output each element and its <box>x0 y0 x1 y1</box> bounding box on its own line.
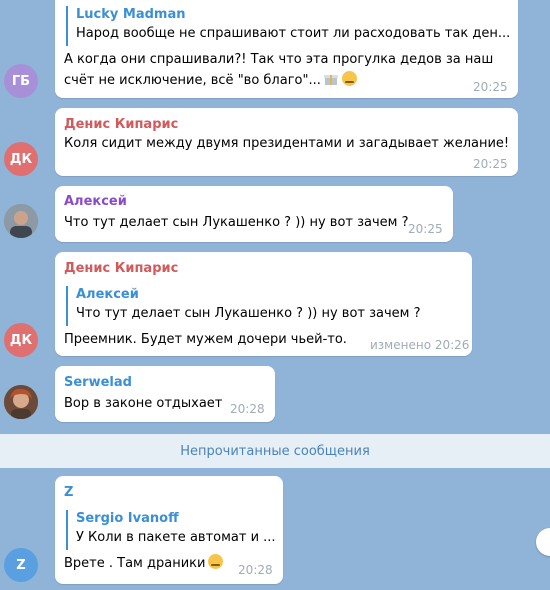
message-time: изменено 20:26 <box>370 338 470 352</box>
reply-quote[interactable]: Sergio Ivanoff У Коли в пакете автомат и… <box>66 510 282 550</box>
sender-name[interactable]: Денис Кипарис <box>64 117 178 132</box>
avatar-photo[interactable] <box>4 385 38 419</box>
reply-quote[interactable]: Lucky Madman Народ вообще не спрашивают … <box>66 6 516 46</box>
avatar[interactable]: ДК <box>4 323 38 357</box>
message-text: Врете . Там драники <box>64 554 224 574</box>
avatar[interactable]: Z <box>4 548 38 582</box>
avatar[interactable]: ДК <box>4 142 38 176</box>
message-text: Преемник. Будет мужем дочери чьей-то. <box>64 332 347 347</box>
unread-messages-divider: Непрочитанные сообщения <box>0 434 550 468</box>
message-text-line-2: счёт не исключение, всё "во благо"... <box>64 71 357 91</box>
smirk-emoji-icon <box>341 71 357 86</box>
sender-name[interactable]: Денис Кипарис <box>64 261 178 276</box>
reply-sender-name: Алексей <box>76 287 139 302</box>
sender-name[interactable]: Алексей <box>64 194 127 209</box>
message-text: Вор в законе отдыхает <box>64 396 223 411</box>
message-text-line-1: А когда они спрашивали?! Так что эта про… <box>64 52 494 67</box>
message-time: 20:28 <box>238 563 273 577</box>
message-time: 20:25 <box>473 157 508 171</box>
message-text: Что тут делает сын Лукашенко ? )) ну вот… <box>64 215 409 230</box>
avatar[interactable]: ГБ <box>4 64 38 98</box>
message-text-line-2-text: счёт не исключение, всё "во благо"... <box>64 73 321 88</box>
reply-text: Народ вообще не спрашивают стоит ли расх… <box>76 26 511 41</box>
message-text-content: Врете . Там драники <box>64 556 206 571</box>
reply-sender-name: Sergio Ivanoff <box>76 511 179 526</box>
message-time: 20:25 <box>408 222 443 236</box>
user-photo-icon <box>4 385 38 419</box>
reply-text: У Коли в пакете автомат и ... <box>76 530 276 545</box>
sender-name[interactable]: Serwelad <box>64 375 132 390</box>
grin-sweat-emoji-icon <box>208 554 224 569</box>
gift-emoji-icon <box>323 75 338 85</box>
scroll-down-button[interactable] <box>536 528 550 556</box>
reply-quote[interactable]: Алексей Что тут делает сын Лукашенко ? )… <box>66 286 466 326</box>
user-photo-icon <box>4 204 38 238</box>
reply-text: Что тут делает сын Лукашенко ? )) ну вот… <box>76 306 421 321</box>
avatar-photo[interactable] <box>4 204 38 238</box>
sender-name[interactable]: Z <box>64 485 73 500</box>
message-text: Коля сидит между двумя президентами и за… <box>64 136 510 151</box>
message-time: 20:25 <box>473 80 508 94</box>
message-time: 20:28 <box>230 402 265 416</box>
reply-sender-name: Lucky Madman <box>76 7 186 22</box>
